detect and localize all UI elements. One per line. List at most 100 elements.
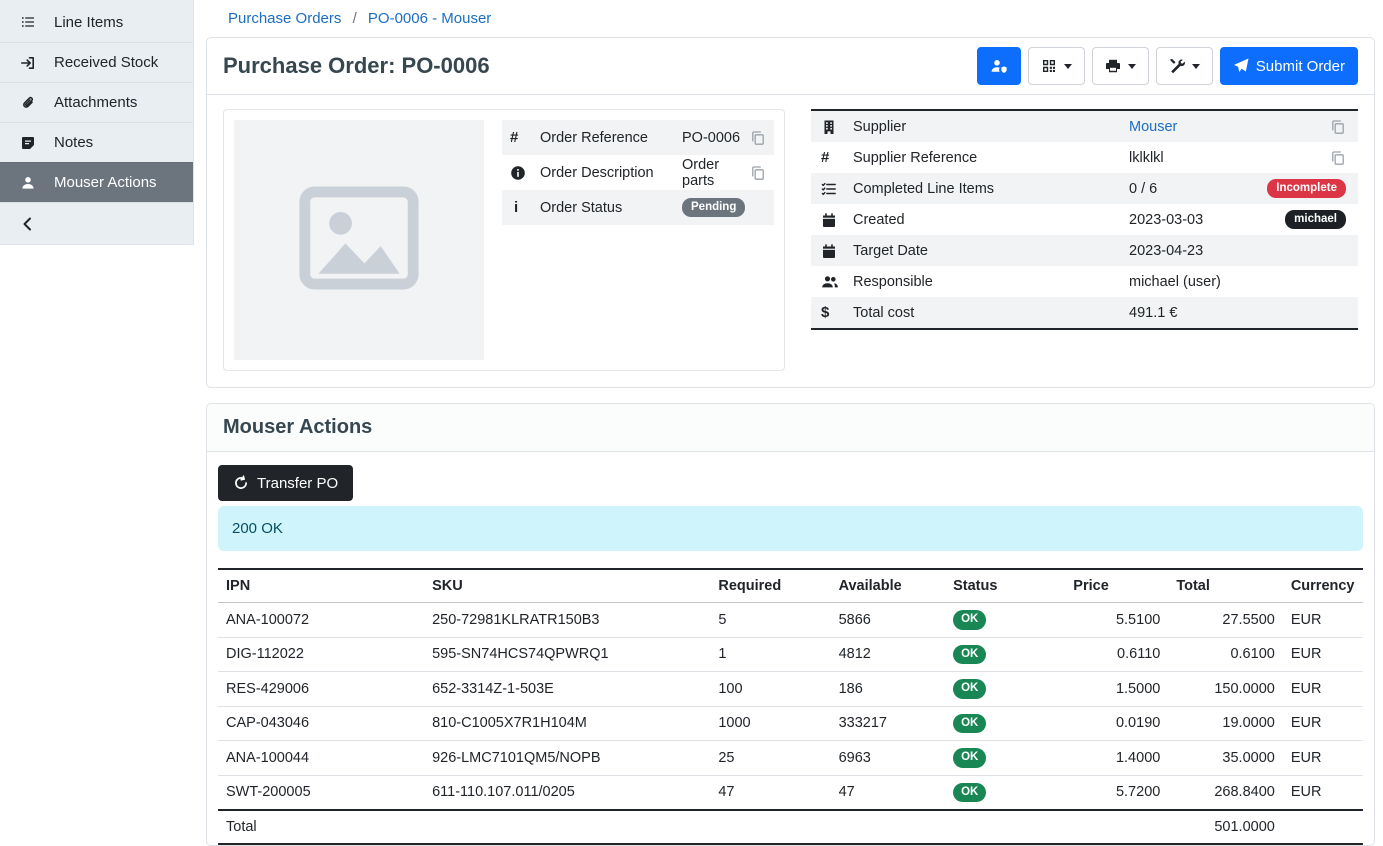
order-status-badge: Pending [682,198,745,218]
supplier-link[interactable]: Mouser [1129,119,1177,135]
table-row: RES-429006 652-3314Z-1-503E 100 186 OK 1… [218,672,1363,707]
mouser-actions-body: Transfer PO 200 OK IPN SKU Required Avai… [207,452,1374,845]
sidebar-item-attachments[interactable]: Attachments [0,82,193,122]
detail-row-responsible: Responsible michael (user) [811,266,1358,297]
cell-status: OK [945,706,1065,741]
cell-status: OK [945,775,1065,810]
detail-row-supplier: Supplier Mouser [811,111,1358,142]
users-icon [821,274,853,290]
ok-status-badge: OK [953,748,986,768]
cell-available: 186 [831,672,946,707]
breadcrumb-purchase-orders[interactable]: Purchase Orders [228,10,341,27]
breadcrumb-current-order[interactable]: PO-0006 - Mouser [368,10,491,27]
user-roles-button[interactable] [977,47,1021,85]
app-root: Line Items Received Stock Attachments No… [0,0,1383,794]
column-header-total: Total [1168,569,1283,603]
cell-available: 4812 [831,637,946,672]
transfer-po-button[interactable]: Transfer PO [218,465,353,501]
copy-icon[interactable] [1330,150,1346,166]
table-row: CAP-043046 810-C1005X7R1H104M 1000 33321… [218,706,1363,741]
cell-ipn: RES-429006 [218,672,424,707]
collapse-sidebar-button[interactable] [0,202,193,244]
cell-price: 0.6110 [1065,637,1168,672]
cell-currency: EUR [1283,775,1363,810]
cell-status: OK [945,672,1065,707]
list-icon [20,14,38,30]
order-thumbnail [234,120,484,360]
detail-label: Supplier [853,119,1129,135]
ok-status-badge: OK [953,783,986,803]
detail-label: Order Reference [540,130,678,146]
info-circle-icon [510,165,536,181]
column-header-sku: SKU [424,569,710,603]
detail-label: Responsible [853,274,1129,290]
breadcrumb-separator: / [346,10,364,27]
cell-total: 150.0000 [1168,672,1283,707]
barcode-actions-button[interactable] [1028,47,1085,85]
qr-code-icon [1041,58,1057,74]
detail-value: 491.1 € [1129,305,1346,321]
cell-total: 268.8400 [1168,775,1283,810]
cell-total: 27.5500 [1168,603,1283,638]
sidebar-item-notes[interactable]: Notes [0,122,193,162]
detail-value: 2023-04-23 [1129,243,1346,259]
cell-sku: 926-LMC7101QM5/NOPB [424,741,710,776]
detail-label: Order Status [540,200,678,216]
sidebar-item-label: Mouser Actions [54,174,157,191]
cell-status: OK [945,741,1065,776]
sidebar-item-label: Line Items [54,14,123,31]
panel-title: Mouser Actions [223,416,1358,439]
sidebar-item-received-stock[interactable]: Received Stock [0,42,193,82]
footer-total-value: 501.0000 [1168,810,1283,844]
cell-price: 1.4000 [1065,741,1168,776]
mouser-actions-header: Mouser Actions [207,404,1374,452]
cell-currency: EUR [1283,637,1363,672]
caret-down-icon [1064,64,1072,69]
calendar-icon [821,243,853,259]
print-actions-button[interactable] [1092,47,1149,85]
cell-currency: EUR [1283,672,1363,707]
caret-down-icon [1192,64,1200,69]
image-placeholder-icon [294,173,424,307]
copy-icon[interactable] [1330,119,1346,135]
supplier-details-table: Supplier Mouser # Supplier Reference [811,109,1358,330]
sidebar-item-label: Attachments [54,94,137,111]
column-header-status: Status [945,569,1065,603]
submit-order-button[interactable]: Submit Order [1220,47,1358,85]
table-row: SWT-200005 611-110.107.011/0205 47 47 OK… [218,775,1363,810]
sidebar-item-line-items[interactable]: Line Items [0,2,193,42]
order-options-button[interactable] [1156,47,1213,85]
sidebar-item-mouser-actions[interactable]: Mouser Actions [0,162,193,202]
caret-down-icon [1128,64,1136,69]
status-alert: 200 OK [218,506,1363,551]
cell-required: 47 [710,775,830,810]
cell-ipn: CAP-043046 [218,706,424,741]
column-header-currency: Currency [1283,569,1363,603]
cell-price: 5.5100 [1065,603,1168,638]
cell-sku: 652-3314Z-1-503E [424,672,710,707]
sidebar: Line Items Received Stock Attachments No… [0,0,194,794]
copy-icon[interactable] [750,165,766,181]
order-summary-box: # Order Reference PO-0006 Order Descri [223,109,785,371]
cell-ipn: ANA-100072 [218,603,424,638]
cell-required: 5 [710,603,830,638]
note-icon [20,135,38,151]
cell-total: 35.0000 [1168,741,1283,776]
cell-currency: EUR [1283,706,1363,741]
detail-label: Supplier Reference [853,150,1129,166]
column-header-ipn: IPN [218,569,424,603]
cell-sku: 611-110.107.011/0205 [424,775,710,810]
copy-icon[interactable] [750,130,766,146]
detail-value: Pending [682,198,766,218]
cell-available: 333217 [831,706,946,741]
creator-badge: michael [1285,210,1346,230]
cell-required: 1 [710,637,830,672]
building-icon [821,119,853,135]
detail-value: 2023-03-03 [1129,212,1285,228]
cell-price: 5.7200 [1065,775,1168,810]
detail-label: Created [853,212,1129,228]
incomplete-badge: Incomplete [1267,179,1346,199]
hash-icon: # [821,149,853,166]
detail-row-order-description: Order Description Order parts [502,155,774,190]
cell-available: 5866 [831,603,946,638]
